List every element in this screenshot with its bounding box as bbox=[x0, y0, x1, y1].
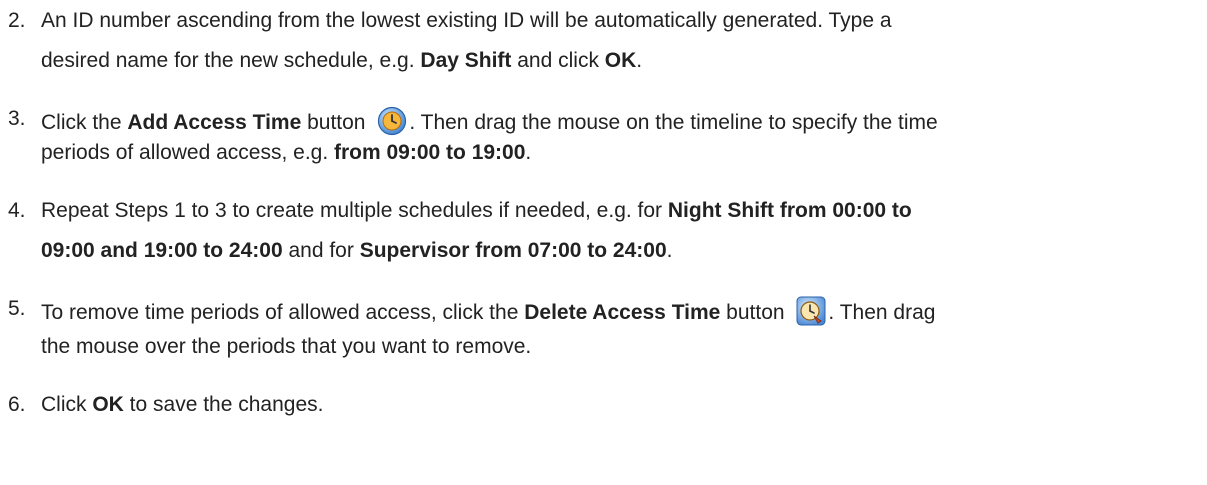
bold-term: Night Shift from 00:00 to bbox=[667, 199, 912, 222]
instruction-steps: 2. An ID number ascending from the lowes… bbox=[0, 0, 1207, 485]
step-number: 6. bbox=[8, 393, 26, 416]
bold-term: 09:00 and 19:00 to 24:00 bbox=[41, 239, 283, 262]
step-text-line: Click the Add Access Time button . Then … bbox=[41, 106, 938, 136]
step-number: 5. bbox=[8, 297, 26, 320]
bold-term: OK bbox=[92, 393, 124, 416]
bold-term: Supervisor from 07:00 to 24:00 bbox=[359, 239, 667, 262]
step-text-line: Click OK to save the changes. bbox=[41, 393, 324, 416]
bold-term: Day Shift bbox=[420, 49, 512, 72]
step-text-line: desired name for the new schedule, e.g. … bbox=[41, 49, 643, 72]
step-number: 3. bbox=[8, 107, 26, 130]
bold-term: OK bbox=[604, 49, 637, 72]
step-text-line: the mouse over the periods that you want… bbox=[41, 335, 532, 358]
step-number: 4. bbox=[8, 199, 26, 222]
add-access-time-icon bbox=[377, 106, 407, 136]
step-text-line: Repeat Steps 1 to 3 to create multiple s… bbox=[41, 199, 912, 222]
step-text-line: To remove time periods of allowed access… bbox=[41, 296, 935, 326]
step-text-line: An ID number ascending from the lowest e… bbox=[41, 9, 892, 32]
bold-term: Delete Access Time bbox=[524, 301, 721, 324]
delete-access-time-icon bbox=[796, 296, 826, 326]
step-number: 2. bbox=[8, 9, 26, 32]
step-text-line: periods of allowed access, e.g. from 09:… bbox=[41, 141, 532, 164]
step-text-line: 09:00 and 19:00 to 24:00 and for Supervi… bbox=[41, 239, 673, 262]
bold-term: from 09:00 to 19:00 bbox=[334, 141, 526, 164]
bold-term: Add Access Time bbox=[127, 111, 302, 134]
